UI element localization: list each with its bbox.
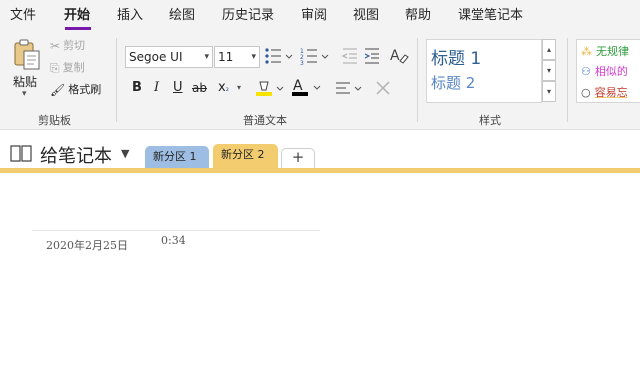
paste-icon[interactable] <box>12 39 42 71</box>
chevron-down-icon: ▾ <box>204 52 209 62</box>
svg-text:3: 3 <box>300 60 304 66</box>
italic-button[interactable]: I <box>154 80 159 96</box>
tag-item[interactable]: ⁂ 无规律 <box>581 43 629 59</box>
group-divider <box>567 38 568 122</box>
strikethrough-button[interactable]: ab <box>192 80 207 96</box>
subscript-button[interactable]: x₂ <box>218 80 229 97</box>
cut-label: 剪切 <box>63 39 86 52</box>
clipboard-group-label: 剪贴板 <box>38 114 71 127</box>
notebook-header: 给笔记本 ▼ <box>0 130 640 170</box>
section-tab-2[interactable]: 新分区 2 <box>213 144 278 168</box>
decrease-indent-icon[interactable] <box>341 46 359 66</box>
gallery-scroll-up[interactable]: ▴ <box>542 39 556 60</box>
menu-draw[interactable]: 绘图 <box>169 7 195 25</box>
ribbon: 粘贴 ▾ ✂ 剪切 ⎘ 复制 🖌 格式刷 剪贴板 Segoe UI ▾ 11 ▾… <box>0 32 640 130</box>
chevron-down-icon[interactable]: ▾ <box>22 89 27 99</box>
font-size-select[interactable]: 11 ▾ <box>214 46 260 68</box>
svg-text:A: A <box>390 48 400 64</box>
active-tab-indicator <box>65 27 91 30</box>
numbered-list-icon[interactable]: 1 2 3 <box>299 46 329 66</box>
add-section-button[interactable]: + <box>281 148 315 168</box>
notebook-title[interactable]: 给笔记本 <box>40 142 112 168</box>
section-color-bar <box>0 168 640 173</box>
align-icon[interactable] <box>334 79 364 99</box>
menu-class-notebook[interactable]: 课堂笔记本 <box>458 7 523 25</box>
font-color-icon[interactable]: A <box>291 77 323 99</box>
menu-history[interactable]: 历史记录 <box>222 7 274 25</box>
subscript-letter: x <box>218 80 226 95</box>
gallery-scroll-down[interactable]: ▾ <box>542 60 556 81</box>
lightbulb-icon: ○ <box>581 85 591 99</box>
svg-text:A: A <box>293 78 303 94</box>
tag-label: 无规律 <box>596 45 629 58</box>
people-icon: ⚇ <box>581 64 591 78</box>
section-tab-1[interactable]: 新分区 1 <box>145 146 209 168</box>
gallery-expand-icon[interactable]: ▾ <box>542 81 556 102</box>
format-painter-button[interactable]: 🖌 格式刷 <box>50 82 101 98</box>
copy-button[interactable]: ⎘ 复制 <box>50 60 85 76</box>
menu-bar: 文件 开始 插入 绘图 历史记录 审阅 视图 帮助 课堂笔记本 <box>0 0 640 32</box>
cut-button[interactable]: ✂ 剪切 <box>50 38 85 54</box>
menu-file[interactable]: 文件 <box>10 7 36 25</box>
styles-group-label: 样式 <box>479 114 501 127</box>
page-date: 2020年2月25日 <box>46 239 128 252</box>
chevron-down-icon[interactable]: ▼ <box>121 147 129 160</box>
increase-indent-icon[interactable] <box>363 46 381 66</box>
bold-button[interactable]: B <box>132 80 142 96</box>
group-divider <box>116 38 117 122</box>
underline-button[interactable]: U <box>173 80 183 96</box>
menu-home[interactable]: 开始 <box>64 7 90 25</box>
font-name-select[interactable]: Segoe UI ▾ <box>125 46 213 68</box>
style-heading-2[interactable]: 标题 2 <box>431 72 475 93</box>
tag-item[interactable]: ⚇ 相似的 <box>581 63 628 79</box>
styles-gallery: 标题 1 标题 2 <box>426 39 542 103</box>
menu-insert[interactable]: 插入 <box>117 7 143 25</box>
bullet-list-icon[interactable] <box>263 46 293 66</box>
clear-formatting-icon[interactable]: A <box>389 45 409 65</box>
tag-item[interactable]: ○ 容易忘 <box>581 84 628 100</box>
tag-label: 容易忘 <box>594 86 628 99</box>
subscript-mark: ₂ <box>225 84 229 93</box>
highlighter-icon[interactable] <box>255 79 285 99</box>
notebook-icon[interactable] <box>10 144 32 162</box>
star-icon: ⁂ <box>581 44 592 58</box>
copy-icon: ⎘ <box>50 61 60 75</box>
tag-label: 相似的 <box>594 65 628 78</box>
copy-label: 复制 <box>62 61 85 74</box>
basic-text-group-label: 普通文本 <box>243 114 287 127</box>
menu-view[interactable]: 视图 <box>353 7 379 25</box>
menu-help[interactable]: 帮助 <box>405 7 431 25</box>
chevron-down-icon: ▾ <box>251 52 256 62</box>
page-time: 0:34 <box>161 234 186 247</box>
scissors-icon: ✂ <box>50 39 61 53</box>
page-title-field[interactable] <box>32 230 320 231</box>
font-name-value: Segoe UI <box>129 50 183 64</box>
format-painter-label: 格式刷 <box>68 83 102 96</box>
menu-review[interactable]: 审阅 <box>301 7 327 25</box>
paste-button[interactable]: 粘贴 <box>13 73 37 90</box>
chevron-down-icon[interactable]: ▾ <box>237 83 241 92</box>
tags-gallery: ⁂ 无规律 ⚇ 相似的 ○ 容易忘 <box>576 39 640 103</box>
font-size-value: 11 <box>218 50 234 64</box>
style-heading-1[interactable]: 标题 1 <box>431 44 481 69</box>
delete-icon[interactable] <box>375 80 391 96</box>
group-divider <box>417 38 418 122</box>
paintbrush-icon: 🖌 <box>50 83 66 97</box>
